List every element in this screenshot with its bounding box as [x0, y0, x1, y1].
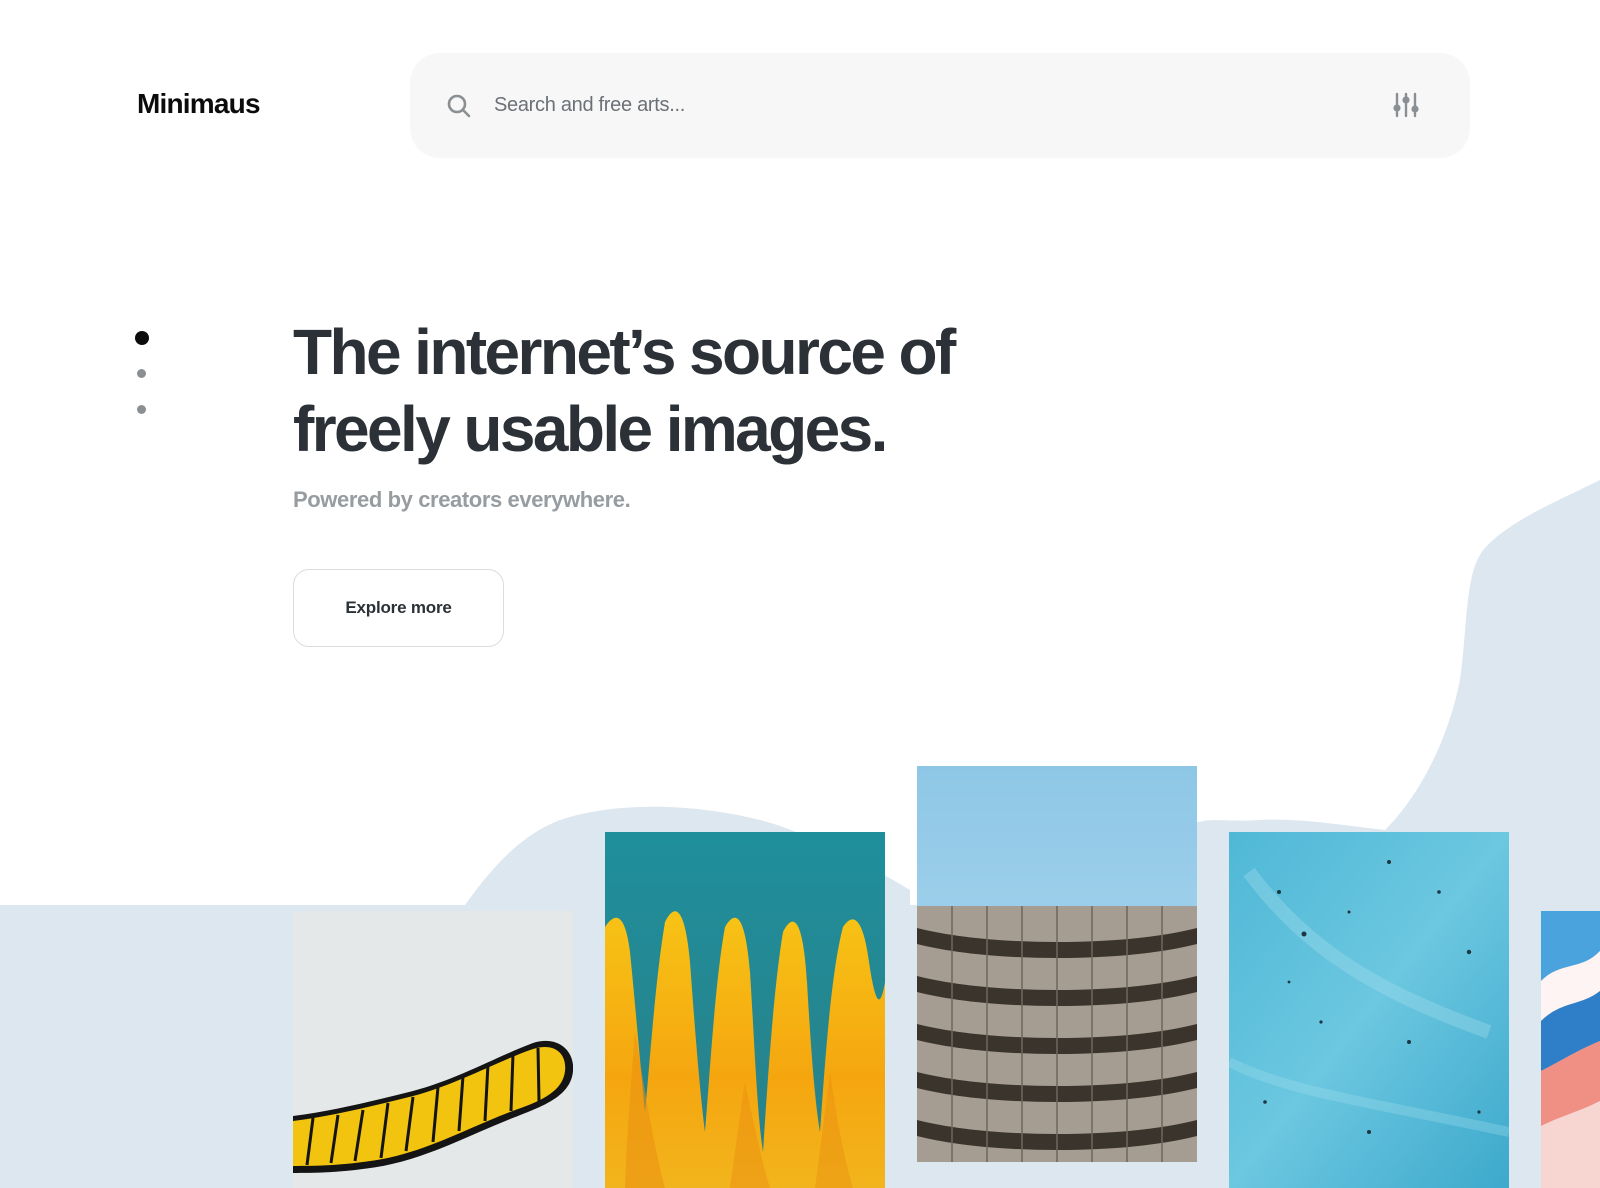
- concrete-building-image[interactable]: [917, 766, 1197, 1162]
- search-bar: [410, 53, 1470, 158]
- hero-title-line-1: The internet’s source of: [293, 316, 956, 388]
- sliders-icon[interactable]: [1392, 91, 1420, 119]
- search-input[interactable]: [494, 83, 1334, 127]
- hero-subtitle: Powered by creators everywhere.: [293, 487, 631, 512]
- explore-more-button[interactable]: Explore more: [293, 569, 504, 647]
- yellow-sculpture-image[interactable]: [293, 911, 573, 1188]
- carousel-pagination: [134, 331, 150, 421]
- carousel-dot-3[interactable]: [137, 405, 146, 414]
- hero-title: The internet’s source of freely usable i…: [293, 314, 1013, 468]
- blue-texture-image[interactable]: [1229, 832, 1509, 1188]
- fluid-marble-art-image[interactable]: [1541, 911, 1600, 1188]
- logo[interactable]: Minimaus: [137, 88, 261, 120]
- hero-title-line-2: freely usable images.: [293, 393, 888, 465]
- carousel-dot-1[interactable]: [135, 331, 149, 345]
- yellow-teal-paint-drip-image[interactable]: [605, 832, 885, 1188]
- carousel-dot-2[interactable]: [137, 369, 146, 378]
- search-icon[interactable]: [446, 93, 472, 119]
